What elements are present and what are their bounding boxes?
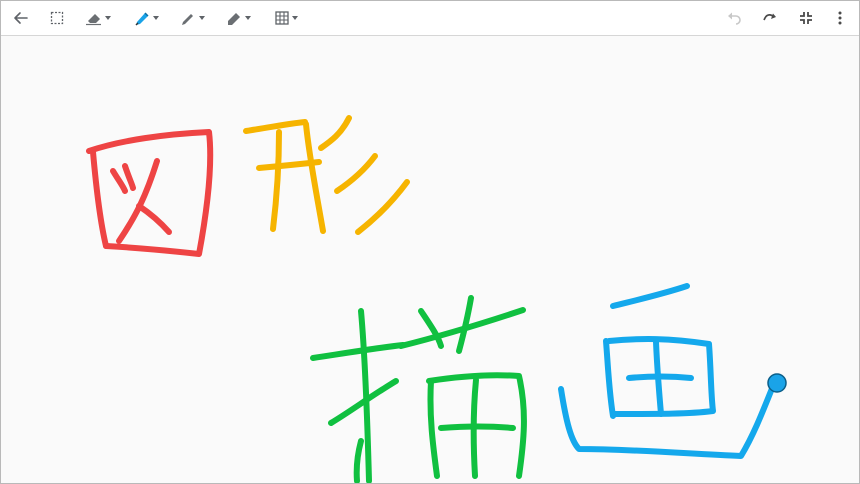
arrow-left-icon xyxy=(14,12,28,24)
chevron-down-icon xyxy=(153,16,159,20)
red-ink-strokes xyxy=(86,129,214,257)
undo-icon xyxy=(728,12,741,25)
eraser-icon xyxy=(86,14,101,26)
drawing-canvas[interactable] xyxy=(1,36,859,483)
marker-icon xyxy=(228,13,240,25)
exit-fullscreen-icon xyxy=(800,12,812,24)
exit-fullscreen-button[interactable] xyxy=(795,6,817,30)
pen-icon xyxy=(182,14,193,25)
select-box-icon xyxy=(50,11,64,25)
green-ink-strokes xyxy=(310,295,527,483)
app-window xyxy=(0,0,860,484)
highlighter-button[interactable] xyxy=(129,6,163,30)
highlighter-icon xyxy=(135,12,149,26)
undo-button[interactable] xyxy=(723,6,745,30)
chevron-down-icon xyxy=(105,16,111,20)
ink-layer xyxy=(86,115,787,483)
toolbar xyxy=(1,1,859,36)
chevron-down-icon xyxy=(245,16,251,20)
back-button[interactable] xyxy=(11,6,31,30)
select-button[interactable] xyxy=(47,6,67,30)
eraser-button[interactable] xyxy=(81,6,115,30)
marker-button[interactable] xyxy=(221,6,255,30)
stylus-cursor xyxy=(767,373,787,393)
grid-button[interactable] xyxy=(269,6,303,30)
chevron-down-icon xyxy=(292,16,298,20)
redo-icon xyxy=(763,13,776,21)
more-vert-icon xyxy=(838,11,842,25)
more-options-button[interactable] xyxy=(831,6,849,30)
orange-ink-strokes xyxy=(243,115,410,235)
pen-button[interactable] xyxy=(175,6,209,30)
redo-button[interactable] xyxy=(759,6,781,30)
grid-icon xyxy=(275,11,289,25)
chevron-down-icon xyxy=(199,16,205,20)
blue-ink-strokes xyxy=(558,283,776,459)
